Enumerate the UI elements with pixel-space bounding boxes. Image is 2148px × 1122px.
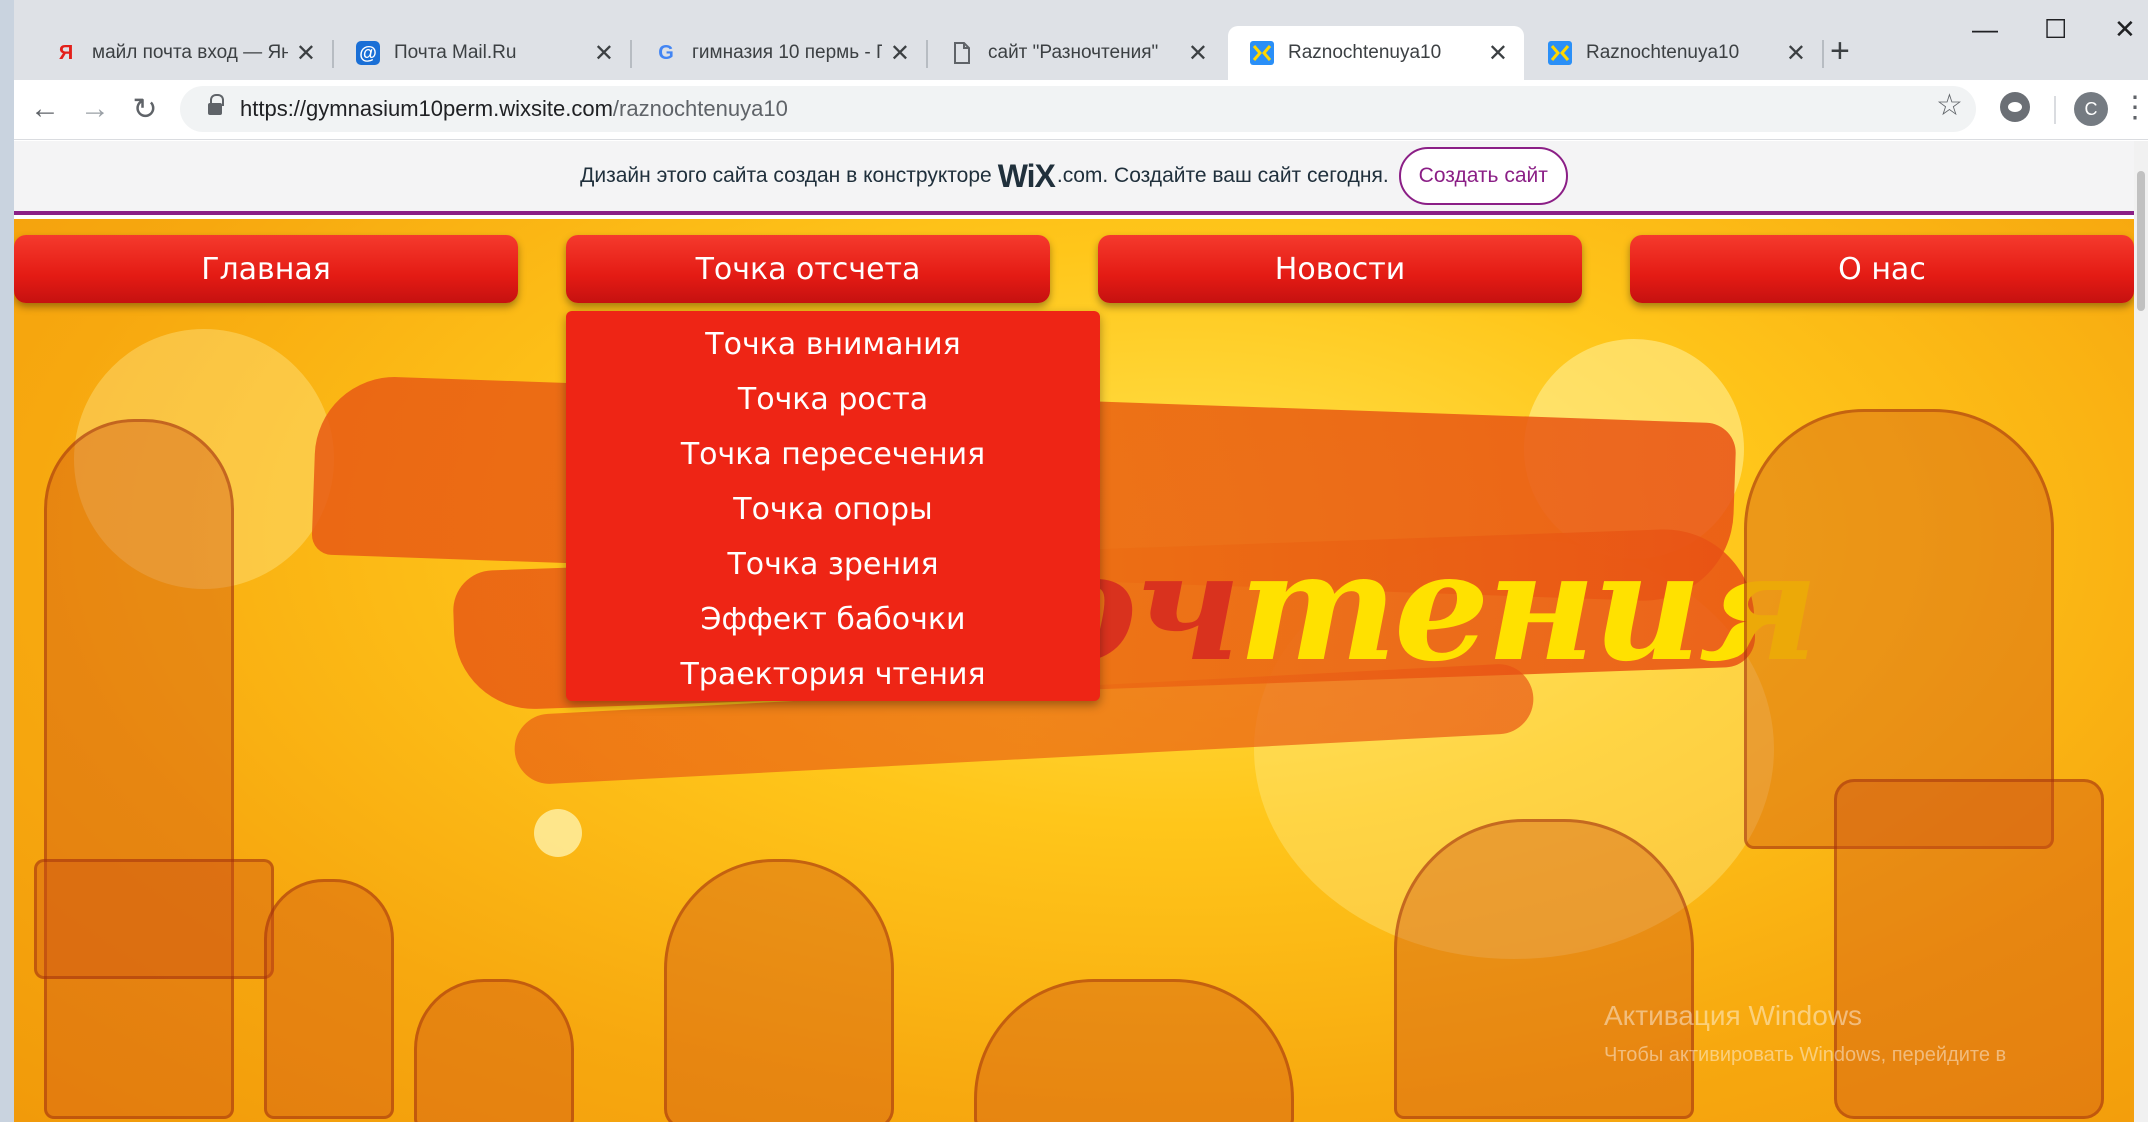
close-window-button[interactable]: ✕ [2114, 14, 2136, 45]
close-tab-icon[interactable]: ✕ [296, 39, 316, 68]
child-reading-illustration [414, 979, 574, 1122]
desktop-edge [0, 0, 14, 1122]
nav-about[interactable]: О нас [1630, 235, 2134, 303]
wix-banner-text-after: .com. Создайте ваш сайт сегодня. [1056, 164, 1389, 187]
dropdown-item[interactable]: Точка опоры [566, 482, 1100, 537]
dropdown-item[interactable]: Точка зрения [566, 537, 1100, 592]
wix-banner-text-before: Дизайн этого сайта создан в конструкторе [580, 164, 992, 187]
minimize-button[interactable]: — [1972, 14, 1998, 45]
nav-news[interactable]: Новости [1098, 235, 1582, 303]
dropdown-item[interactable]: Точка внимания [566, 317, 1100, 372]
tab-title: майл почта вход — Ян [92, 42, 288, 63]
lock-icon [208, 94, 224, 117]
bokeh-circle [534, 809, 582, 857]
profile-avatar[interactable]: C [2074, 92, 2108, 126]
close-tab-icon[interactable]: ✕ [594, 39, 614, 68]
tab-title: Почта Mail.Ru [394, 42, 517, 63]
boy-illustration [264, 879, 394, 1119]
url-host: https://gymnasium10perm.wixsite.com [240, 96, 613, 121]
windows-activation-hint: Чтобы активировать Windows, перейдите в [1604, 1044, 2007, 1066]
close-tab-icon[interactable]: ✕ [1188, 39, 1208, 68]
tab-yandex[interactable]: Я майл почта вход — Ян ✕ [32, 26, 332, 80]
tab-separator [1822, 40, 1824, 68]
create-site-button[interactable]: Создать сайт [1398, 147, 1568, 205]
google-icon: G [658, 41, 674, 64]
girl-smiling-illustration [664, 859, 894, 1122]
scrollbar-thumb[interactable] [2137, 171, 2145, 311]
dropdown-item[interactable]: Точка пересечения [566, 427, 1100, 482]
tab-site-raznochteniya[interactable]: сайт "Разночтения" ✕ [928, 26, 1224, 80]
tab-title: Raznochtenuya10 [1586, 42, 1740, 63]
wix-icon [1250, 41, 1274, 65]
close-tab-icon[interactable]: ✕ [890, 39, 910, 68]
back-button[interactable]: ← [24, 88, 66, 130]
toolbar-divider [2054, 96, 2056, 124]
books-stack-illustration [34, 859, 274, 979]
forward-button[interactable]: → [74, 88, 116, 130]
reload-button[interactable]: ↻ [124, 88, 166, 130]
address-bar[interactable]: https://gymnasium10perm.wixsite.com/razn… [180, 86, 1976, 132]
mailru-icon: @ [356, 41, 380, 65]
tab-mailru[interactable]: @ Почта Mail.Ru ✕ [334, 26, 630, 80]
nav-reference-point[interactable]: Точка отсчета [566, 235, 1050, 303]
children-group-illustration [974, 979, 1294, 1122]
nav-dropdown-menu: Точка внимания Точка роста Точка пересеч… [566, 311, 1100, 701]
tab-title: Raznochtenuya10 [1288, 42, 1442, 63]
url-path: /raznochtenuya10 [612, 96, 788, 121]
browser-window: Я майл почта вход — Ян ✕ @ Почта Mail.Ru… [14, 0, 2148, 1122]
tab-title: сайт "Разночтения" [988, 42, 1159, 63]
dropdown-item[interactable]: Эффект бабочки [566, 592, 1100, 647]
tab-strip: Я майл почта вход — Ян ✕ @ Почта Mail.Ru… [14, 0, 2148, 80]
bookmark-star-icon[interactable]: ☆ [1936, 88, 1963, 123]
new-tab-button[interactable]: + [1830, 34, 1850, 68]
maximize-button[interactable]: ☐ [2044, 14, 2067, 45]
close-tab-icon[interactable]: ✕ [1488, 39, 1508, 68]
tab-google[interactable]: G гимназия 10 пермь - Г ✕ [632, 26, 926, 80]
yandex-icon: Я [58, 41, 74, 64]
tab-title: гимназия 10 пермь - Г [692, 42, 882, 63]
wix-logo: WiX [997, 157, 1056, 194]
chrome-menu-icon[interactable]: ⋮ [2120, 90, 2148, 125]
bench-illustration [1834, 779, 2104, 1119]
wordmark-part-yellow: тения [1238, 519, 1818, 695]
dropdown-item[interactable]: Траектория чтения [566, 647, 1100, 702]
wix-banner: Дизайн этого сайта создан в конструкторе… [14, 141, 2134, 215]
wix-icon [1548, 41, 1572, 65]
nav-home[interactable]: Главная [14, 235, 518, 303]
tab-raznochtenuya[interactable]: Raznochtenuya10 ✕ [1526, 26, 1822, 80]
page-scrollbar[interactable] [2134, 141, 2148, 1122]
extension-eye-icon[interactable] [2000, 92, 2030, 122]
hero-section: Разночтения Главная Точка отсчета Новост… [14, 219, 2134, 1122]
tab-raznochtenuya-active[interactable]: Raznochtenuya10 ✕ [1228, 26, 1524, 80]
windows-activation-watermark: Активация Windows [1604, 1000, 1863, 1031]
dropdown-item[interactable]: Точка роста [566, 372, 1100, 427]
girl-with-magnifier-illustration [44, 419, 234, 1119]
girl-reading-illustration [1394, 819, 1694, 1119]
close-tab-icon[interactable]: ✕ [1786, 39, 1806, 68]
browser-toolbar: ← → ↻ https://gymnasium10perm.wixsite.co… [14, 80, 2148, 140]
page-icon [950, 41, 974, 65]
